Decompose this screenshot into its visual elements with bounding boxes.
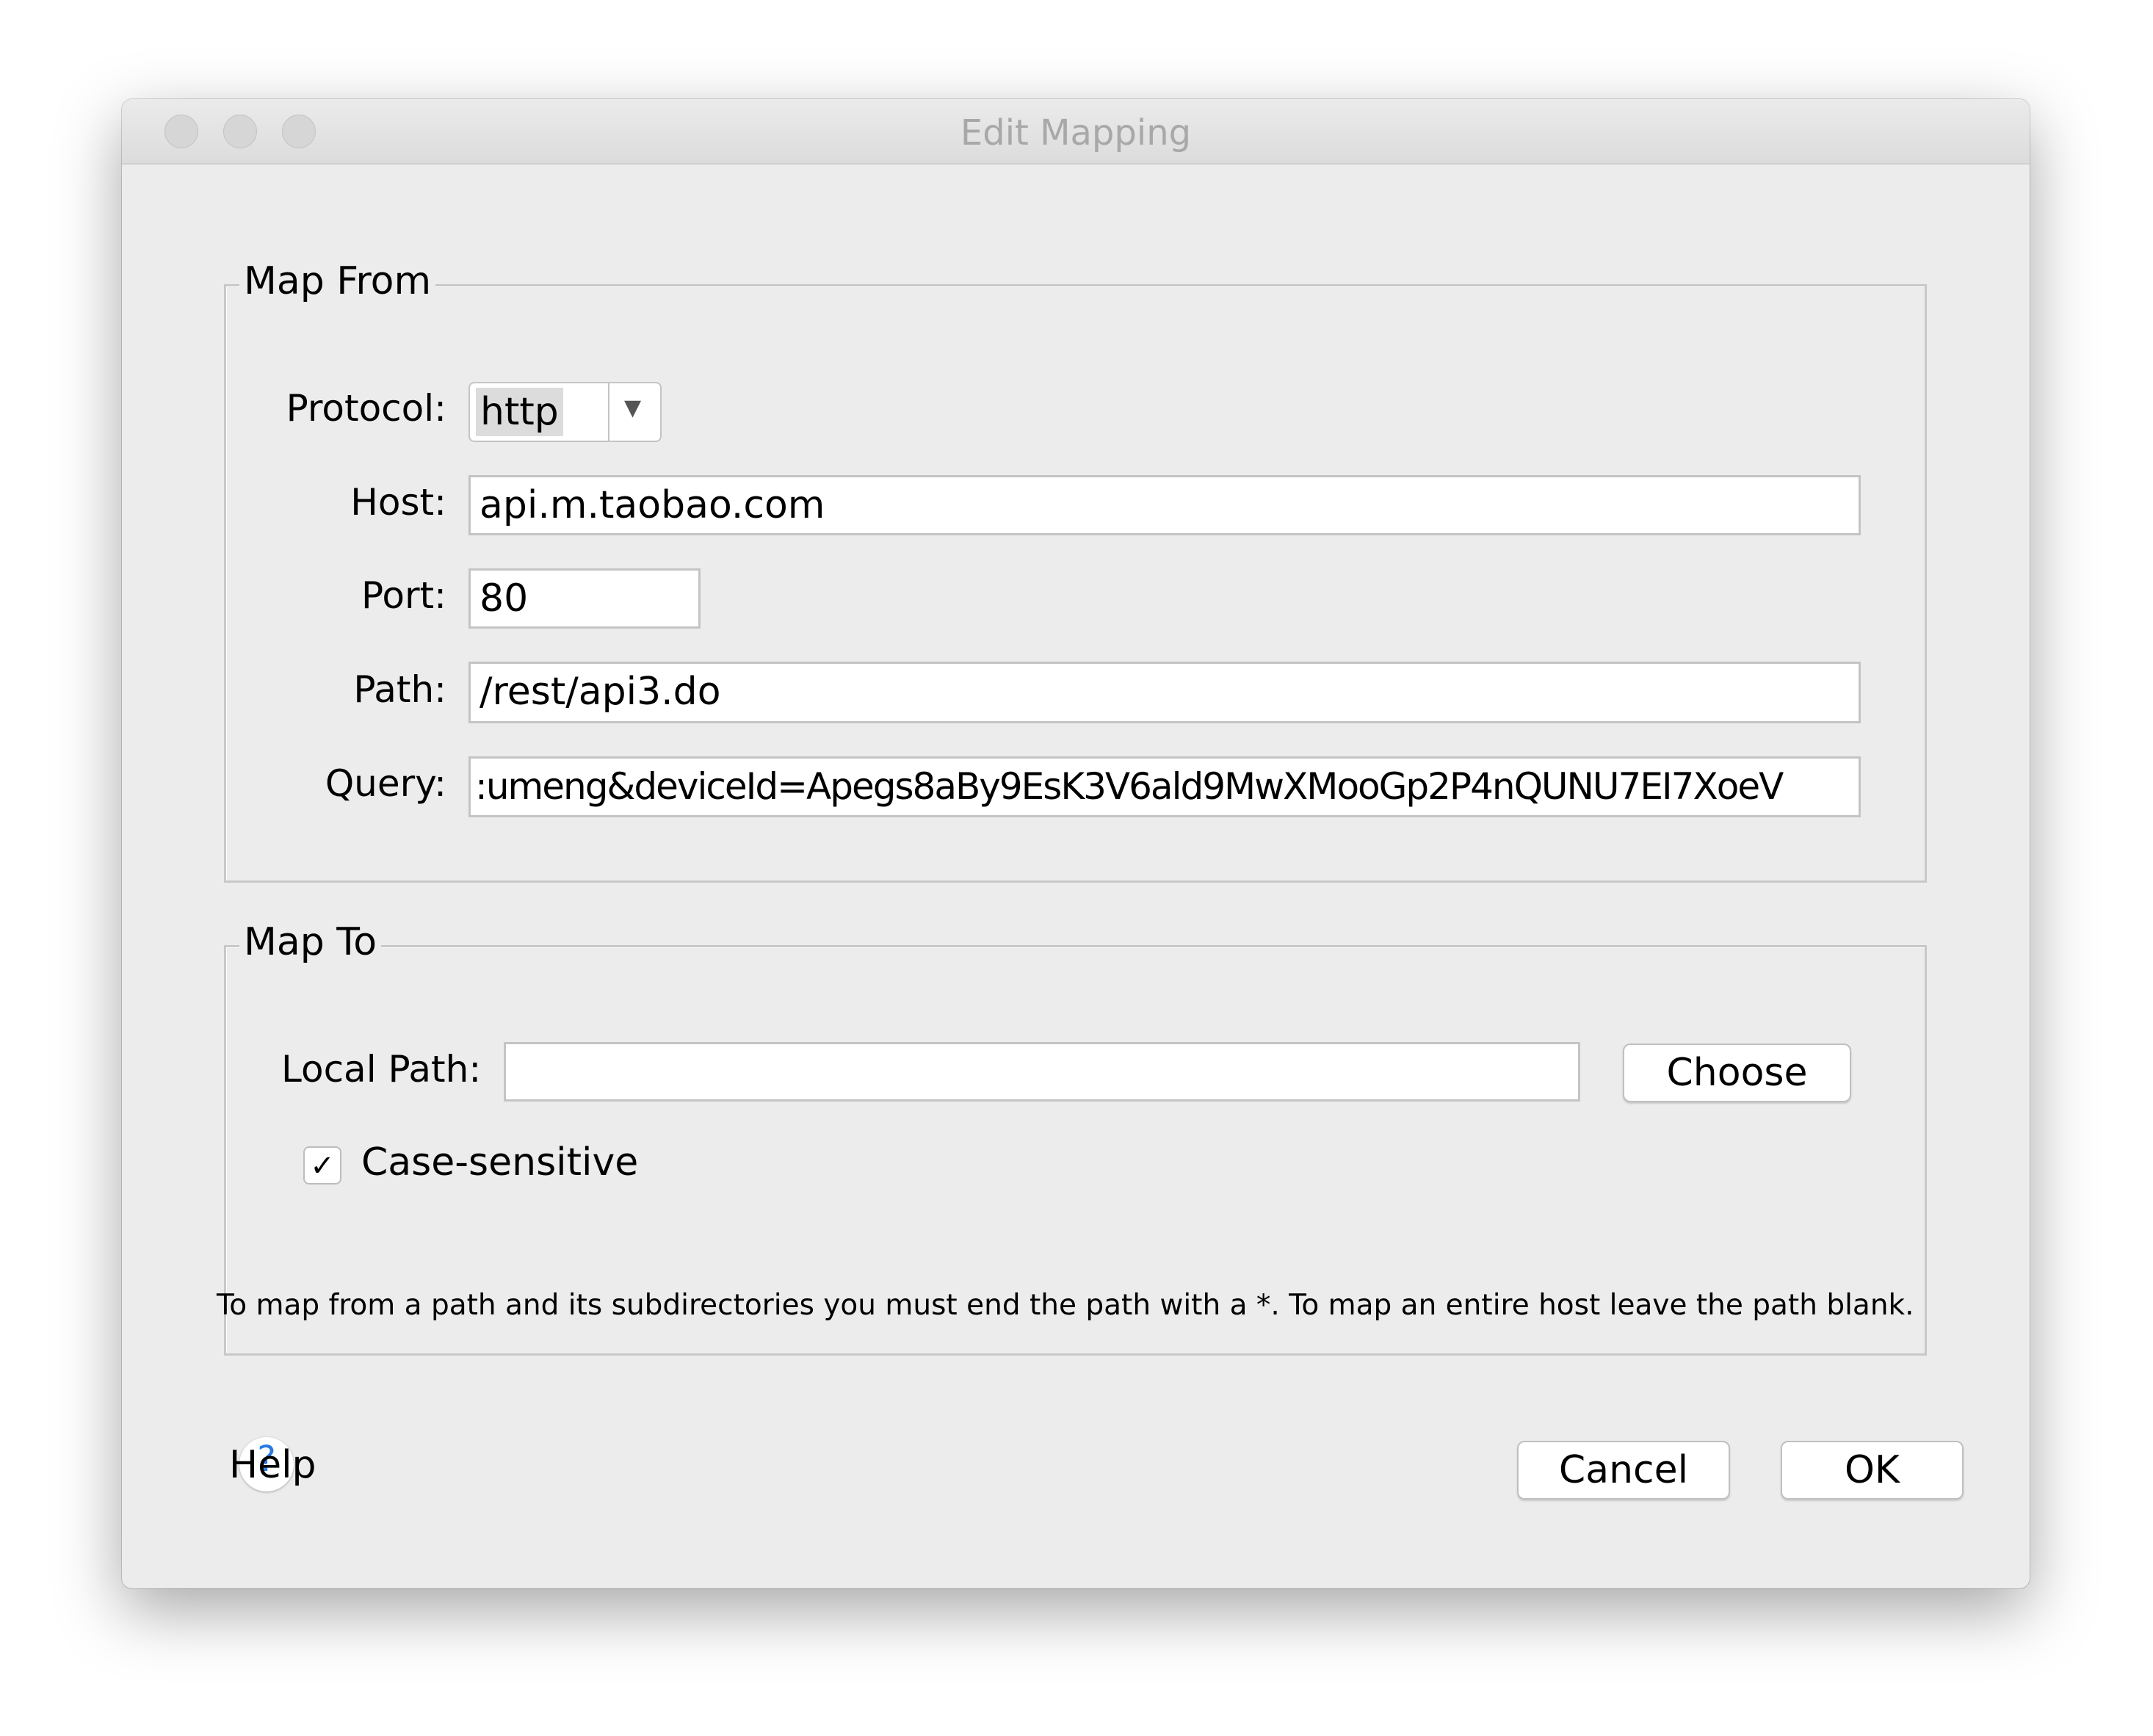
edit-mapping-dialog: Edit Mapping Map From Protocol: http ▼ H… bbox=[122, 99, 2030, 1588]
port-input[interactable]: 80 bbox=[468, 568, 701, 629]
query-label: Query: bbox=[325, 762, 446, 805]
host-input[interactable]: api.m.taobao.com bbox=[468, 475, 1861, 535]
choose-button[interactable]: Choose bbox=[1623, 1044, 1851, 1102]
window-title: Edit Mapping bbox=[960, 112, 1192, 153]
protocol-label: Protocol: bbox=[286, 387, 446, 430]
path-label: Path: bbox=[353, 668, 446, 711]
chevron-down-icon: ▼ bbox=[624, 395, 642, 421]
checkmark-icon: ✓ bbox=[310, 1149, 335, 1183]
hint-text: To map from a path and its subdirectorie… bbox=[217, 1289, 1914, 1322]
cancel-button[interactable]: Cancel bbox=[1517, 1441, 1730, 1500]
help-label: Help bbox=[229, 1443, 316, 1487]
map-from-legend: Map From bbox=[239, 259, 436, 303]
port-label: Port: bbox=[361, 574, 446, 617]
protocol-value: http bbox=[476, 388, 563, 436]
map-to-legend: Map To bbox=[239, 920, 382, 964]
query-input[interactable]: :umeng&deviceId=Apegs8aBy9EsK3V6ald9MwXM… bbox=[468, 756, 1861, 817]
select-divider bbox=[608, 383, 609, 441]
help-button[interactable]: ? Help bbox=[229, 1437, 316, 1502]
local-path-input[interactable] bbox=[504, 1042, 1580, 1102]
local-path-label: Local Path: bbox=[281, 1048, 482, 1091]
protocol-select[interactable]: http ▼ bbox=[468, 382, 662, 442]
host-label: Host: bbox=[350, 481, 446, 524]
title-bar: Edit Mapping bbox=[122, 99, 2030, 164]
case-sensitive-label: Case-sensitive bbox=[361, 1140, 639, 1185]
ok-button[interactable]: OK bbox=[1781, 1441, 1964, 1500]
path-input[interactable]: /rest/api3.do bbox=[468, 662, 1861, 723]
case-sensitive-checkbox[interactable]: ✓ bbox=[303, 1146, 341, 1185]
